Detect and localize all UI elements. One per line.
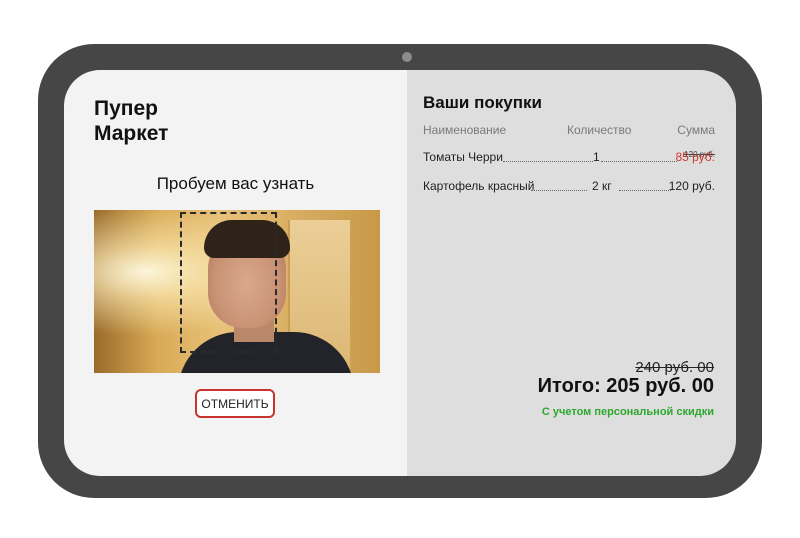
discount-note: С учетом персональной скидки [541, 406, 714, 418]
total-price: Итого: 205 руб. 00 [537, 375, 714, 397]
brand-line-2: Маркет [94, 122, 169, 145]
total-old-price: 240 руб. 00 [635, 359, 714, 376]
tablet-screen: Пупер Маркет Пробуем вас узнать ОТМЕНИТЬ… [64, 70, 736, 476]
item-quantity: 2 кг [592, 179, 612, 193]
cancel-button[interactable]: ОТМЕНИТЬ [195, 389, 275, 418]
item-name: Картофель красный [423, 179, 535, 193]
recognition-panel: Пупер Маркет Пробуем вас узнать ОТМЕНИТЬ [64, 70, 407, 476]
front-camera-icon [402, 52, 412, 62]
cart-row: Томаты Черри 1 120 руб. 85 руб. [423, 150, 715, 166]
camera-feed [94, 210, 380, 373]
column-header-sum: Сумма [677, 123, 715, 137]
column-header-quantity: Количество [567, 123, 632, 137]
brand-line-1: Пупер [94, 97, 158, 120]
purchases-title: Ваши покупки [423, 93, 542, 112]
item-quantity: 1 [593, 150, 600, 164]
recognition-status: Пробуем вас узнать [156, 174, 315, 193]
leader-dots [601, 161, 677, 162]
leader-dots [503, 161, 593, 162]
purchases-panel: Ваши покупки Наименование Количество Сум… [407, 70, 736, 476]
column-header-name: Наименование [423, 123, 507, 137]
item-name: Томаты Черри [423, 150, 503, 164]
leader-dots [619, 190, 671, 191]
item-price: 85 руб. [675, 150, 715, 164]
store-logo: Пупер Маркет [94, 96, 168, 146]
face-detection-box [180, 212, 277, 353]
cart-row: Картофель красный 2 кг 120 руб. [423, 179, 715, 195]
leader-dots [531, 190, 587, 191]
item-price: 120 руб. [668, 179, 715, 193]
